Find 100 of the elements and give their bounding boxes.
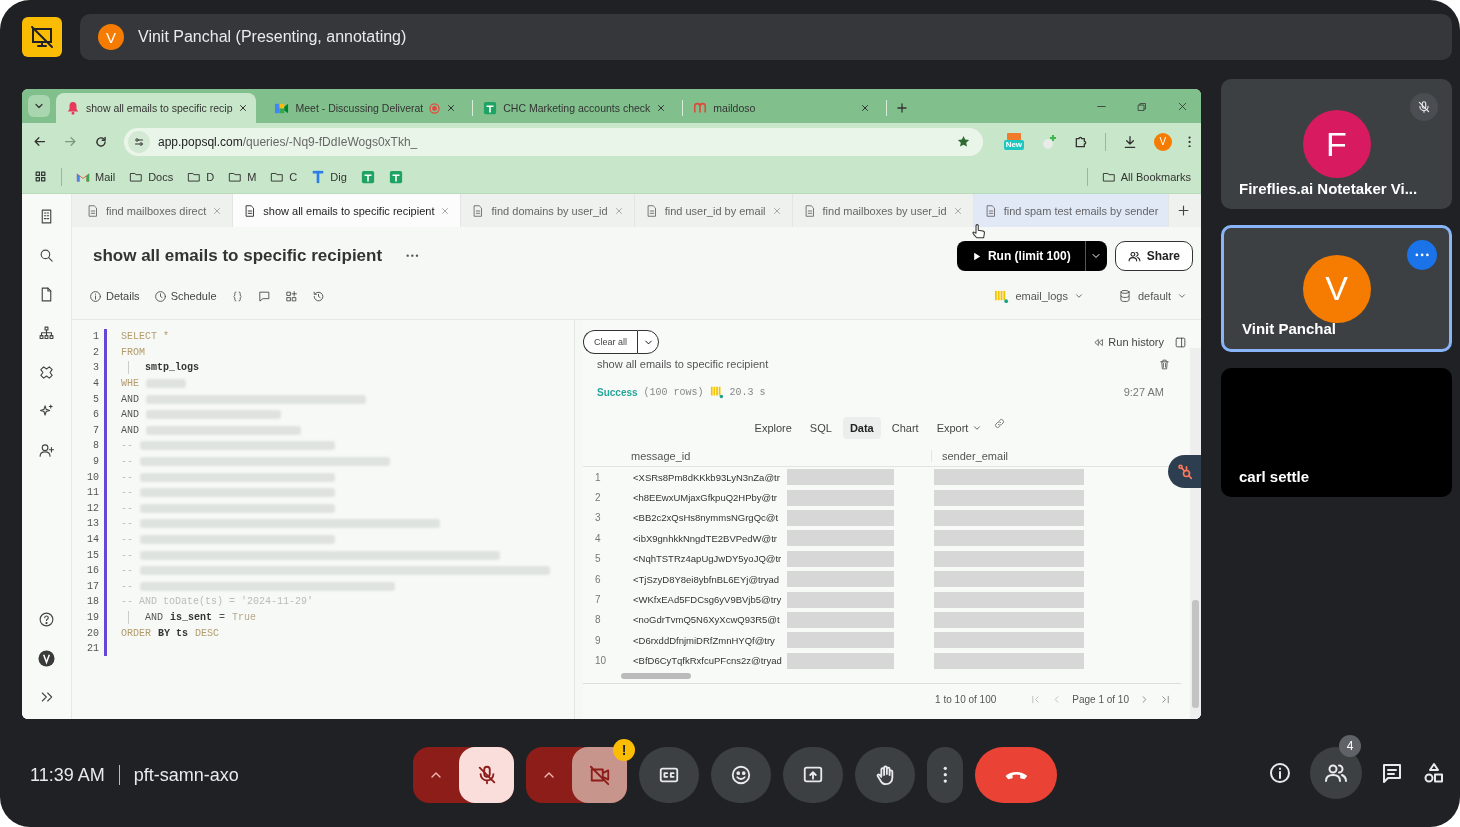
bookmark[interactable]: Dig [311,169,347,184]
avatar: V [1302,254,1371,323]
avatar[interactable] [38,650,55,667]
video-options[interactable] [526,747,627,803]
query-tab[interactable]: find spam test emails by sender [973,194,1170,227]
query-tab[interactable]: find user_id by email [634,194,793,227]
reload-icon[interactable] [94,134,108,149]
clear-all-button[interactable]: Clear all [583,330,637,354]
column-header[interactable]: message_id [631,450,691,462]
activities-icon[interactable] [1422,761,1446,785]
result-tab[interactable]: Export [929,417,990,439]
participant-tile[interactable]: V Vinit Panchal [1221,225,1452,352]
caret-icon [1177,291,1187,301]
ticket-icon [1005,133,1022,140]
people-icon [1127,249,1141,263]
clear-options-button[interactable] [637,330,659,354]
microphone-button[interactable] [459,747,514,803]
schema-select[interactable]: default [1117,289,1187,303]
toolbar-button[interactable]: Schedule [153,289,217,303]
all-bookmarks[interactable]: All Bookmarks [1101,169,1191,184]
line-number: 12 [86,502,99,514]
rewind-icon [1093,336,1105,348]
captions-button[interactable] [639,747,699,803]
back-icon[interactable] [32,134,47,149]
result-tab[interactable]: Explore [747,417,799,439]
code-text: -- [121,549,133,561]
restore-icon[interactable] [1136,100,1148,113]
star-icon[interactable] [955,134,971,149]
browser-tab[interactable]: Meet - Discussing Deliverat [264,93,465,123]
bookmark[interactable]: D [187,169,215,184]
info-icon[interactable] [1268,761,1292,785]
result-tab[interactable]: Chart [884,417,926,439]
result-tab[interactable]: SQL [802,417,839,439]
close-icon[interactable] [238,103,249,113]
bookmark[interactable]: C [270,169,298,184]
row-count: (100 rows) [643,386,704,398]
run-button[interactable]: Run (limit 100) [956,241,1085,271]
camera-button[interactable] [572,747,627,803]
braces-icon[interactable] [230,289,244,303]
table-cell-text: <h8EEwxUMjaxGfkpuQ2HPby@tr [633,492,778,504]
apps-icon[interactable] [34,170,47,183]
chat-widget[interactable] [1168,455,1201,488]
leave-call-button[interactable] [975,747,1057,803]
more-icon[interactable] [1187,135,1191,148]
chat-icon[interactable] [1380,761,1404,785]
query-tab[interactable]: find domains by user_id [461,194,635,227]
close-icon[interactable] [656,103,667,113]
participant-tile[interactable]: carl settle [1221,368,1452,497]
column-header[interactable]: sender_email [942,450,1009,462]
participant-tile[interactable]: F Fireflies.ai Notetaker Vi... [1221,79,1452,209]
bookmark[interactable] [388,169,403,184]
code-text: -- [121,487,133,499]
code-text: -- [121,471,133,483]
last-page-icon[interactable] [1160,694,1171,706]
trash-icon[interactable] [1158,357,1171,371]
pointer-cursor-icon [970,222,988,240]
query-tab[interactable]: find mailboxes by user_id [792,194,974,227]
comment-icon[interactable] [257,289,271,303]
bookmark[interactable]: Docs [129,169,174,184]
audio-options[interactable] [413,747,514,803]
tab-search-button[interactable] [28,95,50,117]
present-button[interactable] [783,747,843,803]
help-icon[interactable] [38,611,55,628]
result-tab[interactable]: Data [842,417,881,439]
browser-tab[interactable]: maildoso [683,93,879,123]
code-text: -- [121,456,133,468]
close-icon[interactable] [446,103,457,113]
new-tab-icon[interactable] [895,101,910,115]
history-icon[interactable] [311,289,325,303]
t-shape-icon [311,169,326,184]
search-icon[interactable] [38,247,55,264]
raise-hand-button[interactable] [855,747,915,803]
browser-tab[interactable]: show all emails to specific recip [56,93,257,123]
more-options-button[interactable] [1407,240,1437,270]
share-button[interactable]: Share [1114,241,1193,271]
query-tab[interactable]: show all emails to specific recipient [233,194,462,227]
bookmark[interactable]: Mail [76,169,116,184]
panel-icon[interactable] [1174,335,1187,349]
browser-tab[interactable]: CHC Marketing accounts check [473,93,675,123]
reactions-button[interactable] [711,747,771,803]
hierarchy-icon[interactable] [38,325,55,342]
run-options-button[interactable] [1084,241,1107,271]
address-bar[interactable]: app.popsql.com/queries/-Nq9-fDdIeWogs0xTkh_ [124,127,983,156]
participant-count: 4 [1339,735,1361,757]
link-icon[interactable] [993,417,1007,430]
new-tab-icon[interactable] [1176,203,1191,218]
toolbar-button[interactable]: Details [89,289,140,303]
bookmark[interactable] [360,169,375,184]
participant-name: Vinit Panchal [1242,320,1336,337]
close-icon[interactable] [1176,100,1189,113]
add-person-icon[interactable] [38,442,55,459]
close-icon[interactable] [860,103,871,113]
bookmark[interactable]: M [228,169,257,184]
site-settings-button[interactable] [128,130,150,153]
vertical-scrollbar[interactable] [1190,348,1201,719]
grid-plus-icon[interactable] [284,289,298,303]
more-icon[interactable] [406,254,419,258]
run-history-button[interactable]: Run history [1093,336,1164,348]
knot-icon[interactable] [38,364,55,381]
connection-select[interactable]: email_logs [994,288,1084,304]
